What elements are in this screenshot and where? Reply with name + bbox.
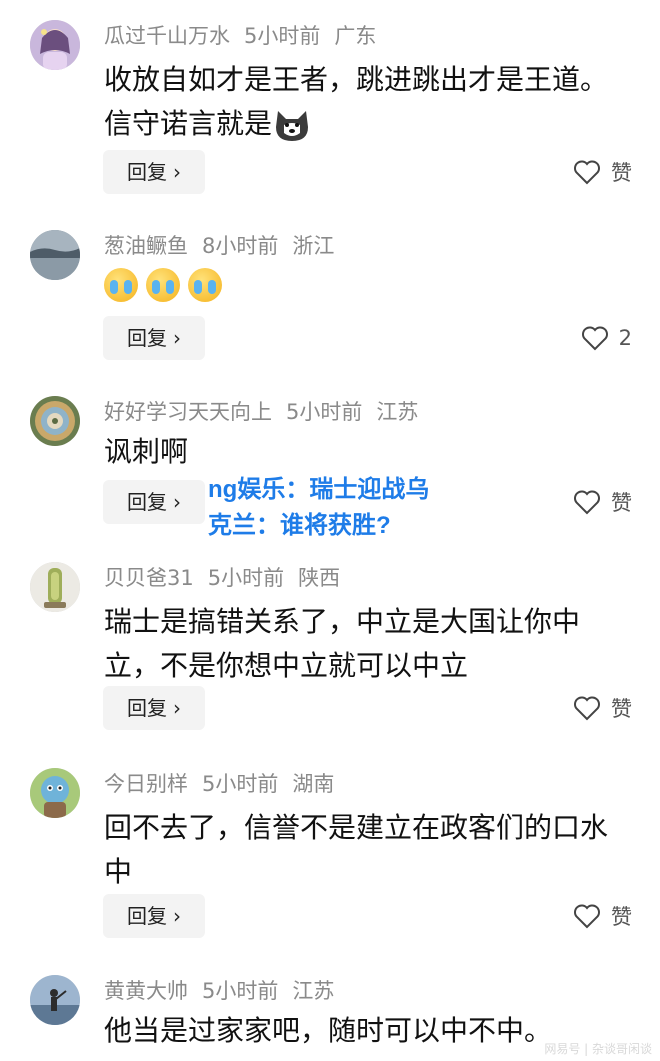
- comment-line: 讽刺啊: [104, 435, 189, 468]
- like-button[interactable]: 赞: [573, 480, 632, 524]
- chevron-right-icon: ›: [173, 696, 181, 720]
- heart-icon: [573, 159, 601, 185]
- avatar[interactable]: [30, 975, 80, 1025]
- username[interactable]: 今日别样: [104, 772, 188, 796]
- comment-line: 回不去了，信誉不是建立在政客们的口水: [104, 811, 609, 844]
- jade-avatar-icon: [30, 562, 80, 612]
- comment-meta: 贝贝爸31 5小时前 陕西: [104, 564, 354, 592]
- crying-laugh-emoji-icon: [146, 268, 180, 302]
- reply-button[interactable]: 回复 ›: [103, 686, 205, 730]
- region: 江苏: [376, 400, 419, 424]
- like-label: 赞: [611, 161, 632, 185]
- reply-label: 回复: [127, 696, 167, 720]
- dog-emoji-icon: [272, 107, 312, 143]
- comment-line: 立，不是你想中立就可以中立: [104, 649, 469, 682]
- reply-label: 回复: [127, 326, 167, 350]
- timestamp: 5小时前: [207, 566, 285, 590]
- comment-text: 回不去了，信誉不是建立在政客们的口水 中: [104, 806, 634, 894]
- like-count: 2: [618, 326, 632, 350]
- chevron-right-icon: ›: [173, 904, 181, 928]
- comment-line: 中: [104, 855, 133, 888]
- overlay-title: ng娱乐：瑞士迎战乌 克兰：谁将获胜?: [208, 472, 468, 544]
- username[interactable]: 瓜过千山万水: [104, 24, 230, 48]
- like-label: 赞: [611, 905, 632, 929]
- watermark: 网易号 | 杂谈哥闲谈: [544, 1042, 652, 1056]
- avatar[interactable]: [30, 768, 80, 818]
- heart-icon: [581, 325, 609, 351]
- reply-button[interactable]: 回复 ›: [103, 480, 205, 524]
- chevron-right-icon: ›: [173, 490, 181, 514]
- timestamp: 5小时前: [286, 400, 363, 424]
- overlay-line: 克兰：谁将获胜?: [208, 512, 391, 539]
- heart-icon: [573, 903, 601, 929]
- crying-laugh-emoji-icon: [188, 268, 222, 302]
- reply-label: 回复: [127, 904, 167, 928]
- like-button[interactable]: 赞: [573, 686, 632, 730]
- timestamp: 8小时前: [202, 234, 279, 258]
- timestamp: 5小时前: [244, 24, 321, 48]
- like-button[interactable]: 赞: [573, 150, 632, 194]
- cartoon-avatar-icon: [30, 768, 80, 818]
- comment-line-with-emoji: 信守诺言就是: [104, 102, 634, 146]
- username[interactable]: 黄黄大帅: [104, 979, 188, 1003]
- comment-text: 讽刺啊: [104, 430, 634, 474]
- avatar[interactable]: [30, 562, 80, 612]
- chevron-right-icon: ›: [173, 326, 181, 350]
- girl-avatar-icon: [30, 20, 80, 70]
- reply-label: 回复: [127, 160, 167, 184]
- comment-line: 收放自如才是王者，跳进跳出才是王道。: [104, 63, 609, 96]
- username[interactable]: 葱油鳜鱼: [104, 234, 188, 258]
- comment-meta: 黄黄大帅 5小时前 江苏: [104, 977, 348, 1005]
- username[interactable]: 好好学习天天向上: [104, 400, 272, 424]
- region: 江苏: [292, 979, 335, 1003]
- comment-meta: 好好学习天天向上 5小时前 江苏: [104, 398, 432, 426]
- comment-line: 信守诺言就是: [104, 107, 273, 140]
- like-label: 赞: [611, 491, 632, 515]
- comment-meta: 葱油鳜鱼 8小时前 浙江: [104, 232, 348, 260]
- sunset-avatar-icon: [30, 975, 80, 1025]
- comment-line: 瑞士是搞错关系了，中立是大国让你中: [104, 605, 581, 638]
- reply-button[interactable]: 回复 ›: [103, 894, 205, 938]
- like-button[interactable]: 2: [581, 316, 632, 360]
- spiral-avatar-icon: [30, 396, 80, 446]
- like-label: 赞: [611, 697, 632, 721]
- avatar[interactable]: [30, 396, 80, 446]
- heart-icon: [573, 695, 601, 721]
- reply-button[interactable]: 回复 ›: [103, 316, 205, 360]
- comment-meta: 瓜过千山万水 5小时前 广东: [104, 22, 390, 50]
- reply-button[interactable]: 回复 ›: [103, 150, 205, 194]
- region: 浙江: [292, 234, 335, 258]
- avatar[interactable]: [30, 230, 80, 280]
- chevron-right-icon: ›: [173, 160, 181, 184]
- crying-laugh-emoji-icon: [104, 268, 138, 302]
- avatar[interactable]: [30, 20, 80, 70]
- comment-text: 瑞士是搞错关系了，中立是大国让你中 立，不是你想中立就可以中立: [104, 600, 634, 688]
- username[interactable]: 贝贝爸31: [104, 566, 194, 590]
- reply-label: 回复: [127, 490, 167, 514]
- lake-avatar-icon: [30, 230, 80, 280]
- like-button[interactable]: 赞: [573, 894, 632, 938]
- region: 陕西: [298, 566, 341, 590]
- emoji-row: [104, 268, 634, 302]
- region: 湖南: [292, 772, 335, 796]
- comment-meta: 今日别样 5小时前 湖南: [104, 770, 348, 798]
- heart-icon: [573, 489, 601, 515]
- region: 广东: [334, 24, 377, 48]
- overlay-line: ng娱乐：瑞士迎战乌: [208, 476, 430, 503]
- timestamp: 5小时前: [202, 772, 279, 796]
- timestamp: 5小时前: [202, 979, 279, 1003]
- comment-text: 收放自如才是王者，跳进跳出才是王道。 信守诺言就是: [104, 58, 634, 146]
- comment-text: [104, 268, 634, 302]
